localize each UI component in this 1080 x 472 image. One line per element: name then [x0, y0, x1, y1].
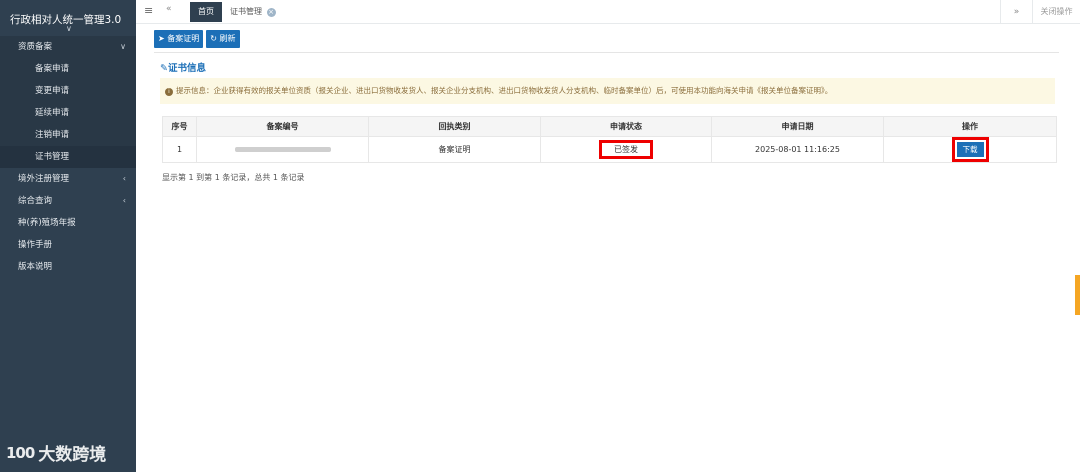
chevron-left-icon: ‹ [122, 174, 126, 183]
tab-cert-manage[interactable]: 证书管理 × [222, 2, 284, 22]
cell-status: 已签发 [540, 136, 712, 163]
sidebar-item-query[interactable]: 综合查询 ‹ [0, 190, 136, 212]
watermark-logo: 100 [6, 443, 35, 462]
notice-banner: i 提示信息：企业获得有效的报关单位资质（报关企业、进出口货物收发货人、报关企业分… [160, 78, 1055, 104]
sidebar-item-label: 注销申请 [35, 130, 70, 140]
col-index: 序号 [162, 116, 197, 137]
sidebar-item-version[interactable]: 版本说明 [0, 256, 136, 278]
chevron-down-icon[interactable]: ∨ [66, 24, 72, 33]
sidebar-item-label: 操作手册 [18, 240, 53, 250]
tab-bar: ≡ « 首页 证书管理 × » 关闭操作 [136, 0, 1080, 24]
sidebar-item-qualification[interactable]: 资质备案 ∨ [0, 36, 136, 58]
apply-cert-button[interactable]: ➤ 备案证明 [154, 30, 204, 48]
app-title: 行政相对人统一管理3.0 ∨ [0, 0, 136, 36]
close-operations-button[interactable]: 关闭操作 [1032, 0, 1080, 24]
sidebar-item-label: 资质备案 [18, 42, 53, 52]
col-action: 操作 [883, 116, 1057, 137]
sidebar-item-filing-apply[interactable]: 备案申请 [0, 58, 136, 80]
tab-label: 首页 [198, 7, 214, 16]
cell-receipt-type: 备案证明 [368, 136, 541, 163]
sidebar-item-label: 延续申请 [35, 108, 70, 118]
table-row: 1 备案证明 已签发 2025-08-01 11:16:25 下载 [162, 136, 1057, 163]
hamburger-icon[interactable]: ≡ [144, 4, 153, 17]
sidebar-item-label: 版本说明 [18, 262, 53, 272]
sidebar-item-cert-manage[interactable]: 证书管理 [0, 146, 136, 168]
section-title: ✎证书信息 [160, 60, 206, 74]
download-highlight: 下载 [951, 137, 989, 162]
toolbar: ➤ 备案证明 ↻ 刷新 [154, 30, 240, 48]
info-icon: i [165, 88, 173, 96]
tab-home[interactable]: 首页 [190, 2, 222, 22]
masked-value [234, 147, 331, 152]
double-chevron-left-icon[interactable]: « [166, 4, 172, 14]
watermark: 100 大数跨境 [6, 440, 107, 466]
cell-filing-no [196, 136, 369, 163]
sidebar-item-label: 种(养)殖场年报 [18, 218, 76, 228]
sidebar-item-farm-report[interactable]: 种(养)殖场年报 [0, 212, 136, 234]
notice-text: 提示信息：企业获得有效的报关单位资质（报关企业、进出口货物收发货人、报关企业分支… [176, 86, 833, 95]
chevron-down-icon: ∨ [120, 42, 126, 51]
sidebar-item-label: 证书管理 [35, 152, 70, 162]
sidebar-item-extend-apply[interactable]: 延续申请 [0, 102, 136, 124]
tab-label: 证书管理 [230, 7, 262, 16]
download-button[interactable]: 下载 [956, 142, 984, 157]
col-status: 申请状态 [540, 116, 712, 137]
refresh-icon: ↻ [210, 34, 217, 43]
sidebar-item-label: 综合查询 [18, 196, 53, 206]
col-receipt-type: 回执类别 [368, 116, 541, 137]
close-icon[interactable]: × [266, 8, 276, 17]
main-content: ➤ 备案证明 ↻ 刷新 ✎证书信息 i 提示信息：企业获得有效的报关单位资质（报关… [136, 24, 1080, 472]
sidebar-item-change-apply[interactable]: 变更申请 [0, 80, 136, 102]
sidebar: 行政相对人统一管理3.0 ∨ 资质备案 ∨ 备案申请 变更申请 延续申请 注销申… [0, 0, 136, 472]
sidebar-item-cancel-apply[interactable]: 注销申请 [0, 124, 136, 146]
watermark-text: 大数跨境 [38, 445, 107, 465]
sidebar-submenu: 备案申请 变更申请 延续申请 注销申请 证书管理 [0, 58, 136, 168]
close-ops-label: 关闭操作 [1040, 7, 1073, 16]
cell-action: 下载 [883, 136, 1057, 163]
pagination-summary: 显示第 1 到第 1 条记录，总共 1 条记录 [162, 173, 305, 182]
scroll-indicator[interactable] [1075, 275, 1080, 315]
cert-table: 序号 备案编号 回执类别 申请状态 申请日期 操作 1 备案证明 已签发 202… [162, 116, 1057, 163]
sidebar-item-label: 备案申请 [35, 64, 70, 74]
status-badge: 已签发 [599, 140, 653, 159]
chevron-left-icon: ‹ [122, 196, 126, 205]
refresh-button[interactable]: ↻ 刷新 [206, 30, 240, 48]
sidebar-item-label: 变更申请 [35, 86, 70, 96]
col-filing-no: 备案编号 [196, 116, 369, 137]
sidebar-item-label: 境外注册管理 [18, 174, 70, 184]
button-label: 刷新 [219, 34, 236, 43]
table-header-row: 序号 备案编号 回执类别 申请状态 申请日期 操作 [162, 116, 1057, 137]
sidebar-item-manual[interactable]: 操作手册 [0, 234, 136, 256]
cell-index: 1 [162, 136, 197, 163]
section-title-text: 证书信息 [167, 63, 206, 74]
col-date: 申请日期 [711, 116, 884, 137]
cell-date: 2025-08-01 11:16:25 [711, 136, 884, 163]
send-icon: ➤ [158, 34, 165, 43]
sidebar-item-overseas-reg[interactable]: 境外注册管理 ‹ [0, 168, 136, 190]
double-chevron-right-icon[interactable]: » [1000, 0, 1032, 24]
divider [154, 52, 1059, 53]
edit-icon: ✎ [160, 63, 168, 74]
button-label: 备案证明 [167, 34, 200, 43]
